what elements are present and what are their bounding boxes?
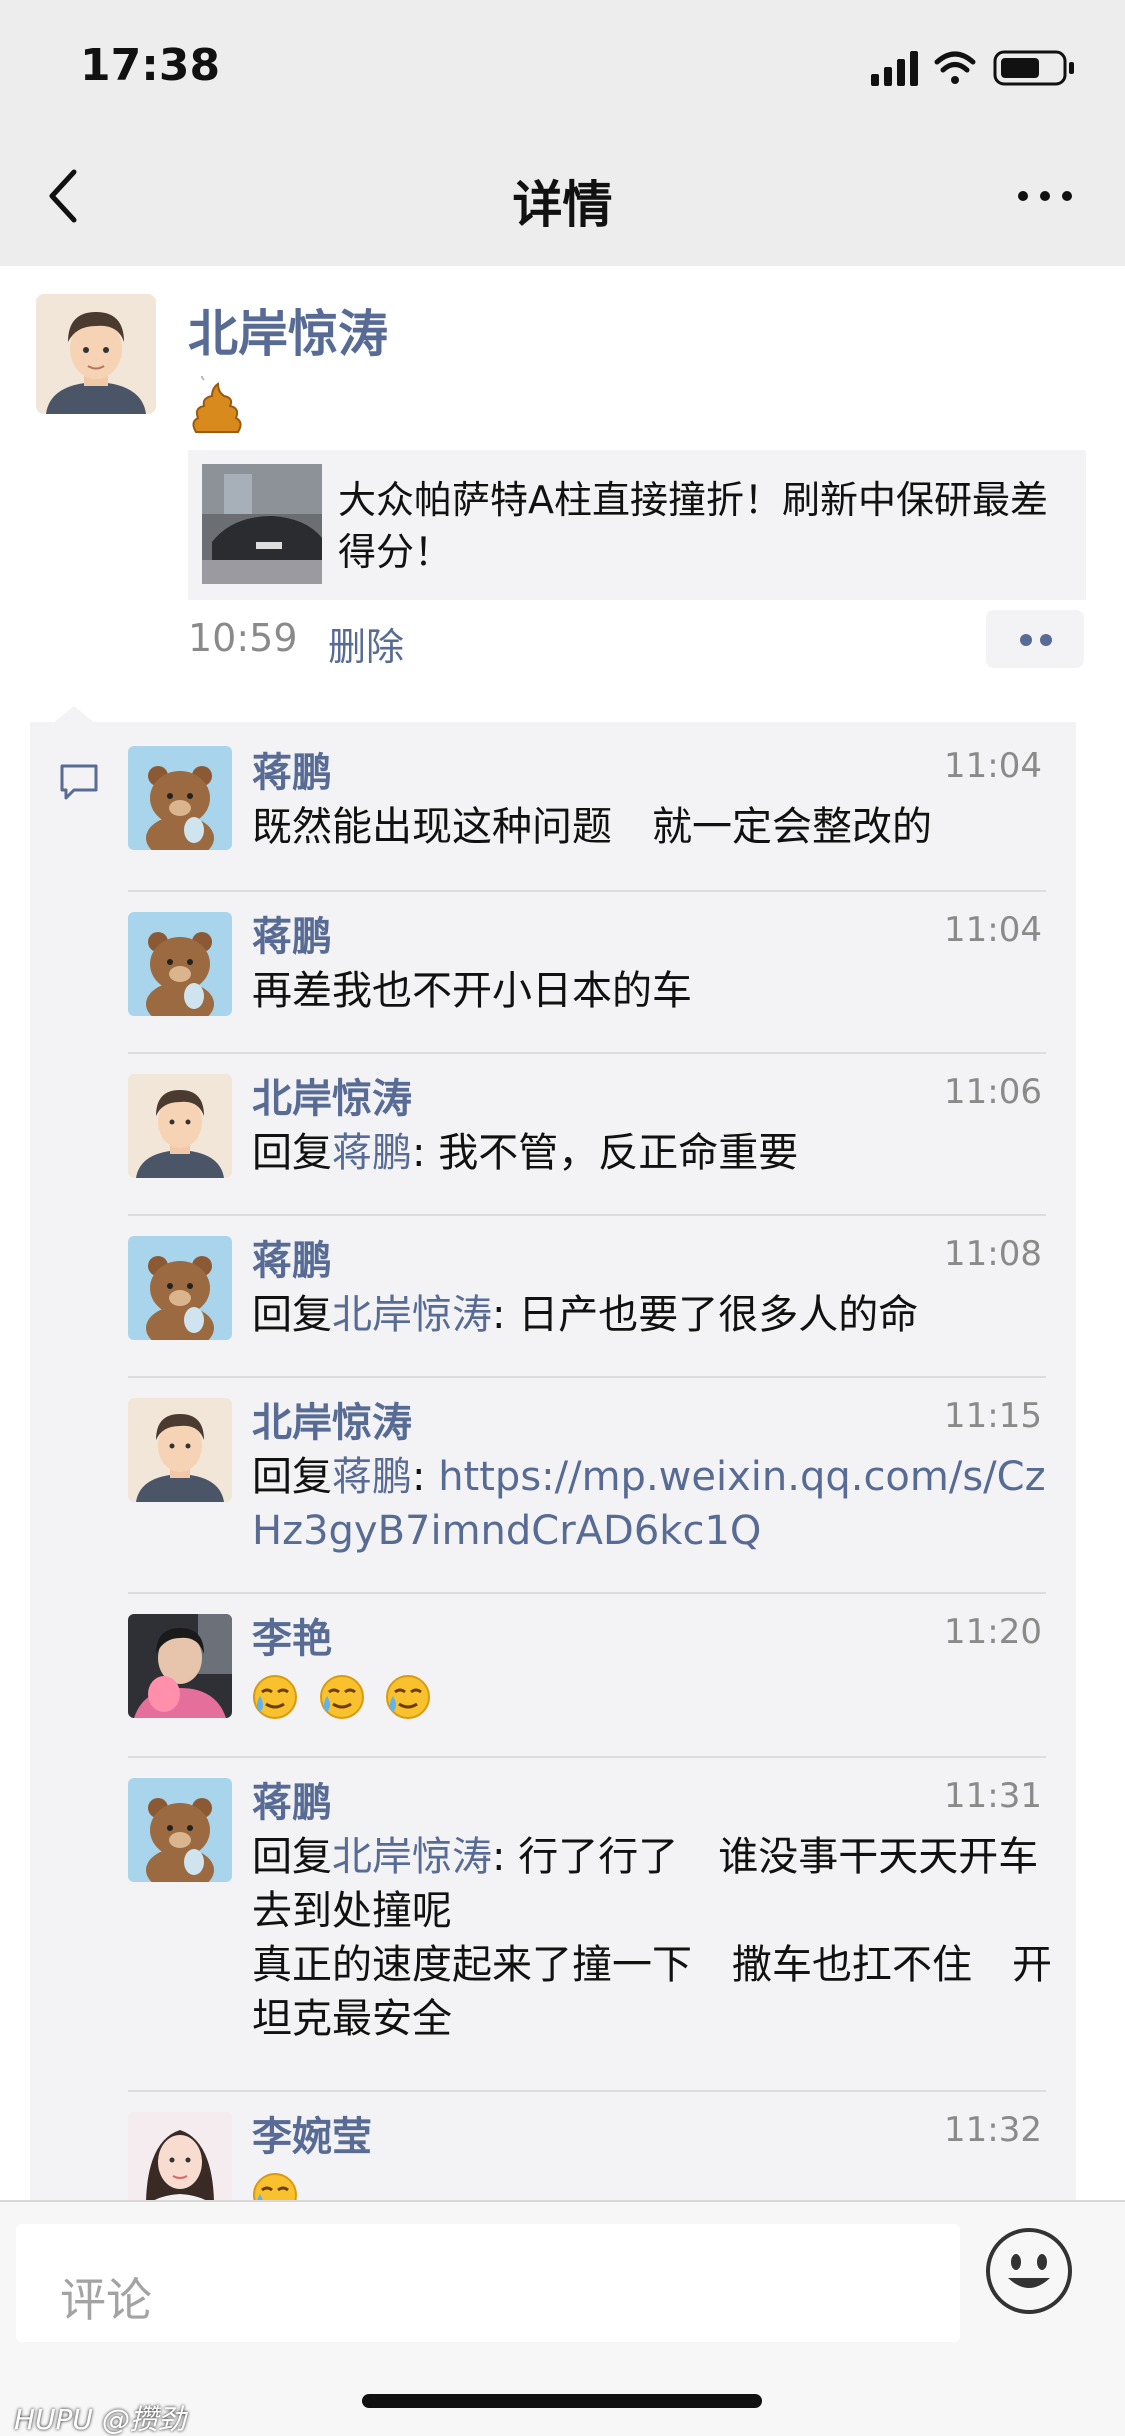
crying-emoji-icon: [253, 1675, 297, 1719]
wifi-icon: [934, 51, 976, 84]
battery-icon: [993, 50, 1074, 86]
commenter-name[interactable]: 蒋鹏: [252, 904, 332, 962]
author-avatar[interactable]: [128, 1074, 232, 1178]
comment-item[interactable]: 蒋鹏 11:04 既然能出现这种问题 就一定会整改的: [30, 722, 1076, 892]
author-avatar[interactable]: [128, 1398, 232, 1502]
moment-post: 北岸惊涛 大众帕萨特A柱直接撞折！刷新中保研最差得分！ 10:59 删除: [0, 266, 1125, 716]
page-title: 详情: [512, 176, 613, 234]
reply-text: :: [412, 1454, 439, 1500]
author-avatar[interactable]: [36, 294, 156, 414]
bear-avatar[interactable]: [128, 746, 232, 850]
commenter-name[interactable]: 北岸惊涛: [252, 1390, 412, 1448]
crying-emoji-icon: [386, 1675, 431, 1719]
comment-text: 回复蒋鹏: https://mp.weixin.qq.com/s/CzHz3gy…: [252, 1450, 1052, 1558]
poop-emoji-icon: [192, 376, 242, 433]
reply-prefix: 回复: [252, 1834, 332, 1880]
signal-icon: [871, 51, 918, 86]
bear-avatar[interactable]: [128, 1778, 232, 1882]
comment-text: 再差我也不开小日本的车: [252, 968, 692, 1014]
status-time: 17:38: [80, 40, 221, 91]
reply-text: : 我不管，反正命重要: [412, 1130, 799, 1176]
comment-emojis: [252, 1668, 1052, 1722]
delete-button[interactable]: 删除: [328, 616, 404, 671]
comment-time: 11:06: [944, 1072, 1042, 1112]
emoji-picker-icon[interactable]: [984, 2226, 1074, 2316]
reply-text-line2: 真正的速度起来了撞一下 撒车也扛不住 开坦克最安全: [252, 1942, 1052, 2042]
reply-prefix: 回复: [252, 1292, 332, 1338]
comment-placeholder: 评论: [60, 2273, 152, 2327]
comment-text: 回复北岸惊涛: 行了行了 谁没事干天天开车去到处撞呢 真正的速度起来了撞一下 撒车…: [252, 1830, 1052, 2046]
comment-item[interactable]: 北岸惊涛 11:06 回复蒋鹏: 我不管，反正命重要: [30, 1054, 1076, 1216]
link-title: 大众帕萨特A柱直接撞折！刷新中保研最差得分！: [338, 478, 1048, 574]
bear-avatar[interactable]: [128, 1236, 232, 1340]
commenter-name[interactable]: 北岸惊涛: [252, 1066, 412, 1124]
bear-avatar[interactable]: [128, 912, 232, 1016]
home-indicator: [362, 2394, 762, 2408]
comment-text: 回复蒋鹏: 我不管，反正命重要: [252, 1126, 1052, 1180]
comment-time: 11:20: [944, 1612, 1042, 1652]
comment-item[interactable]: 蒋鹏 11:31 回复北岸惊涛: 行了行了 谁没事干天天开车去到处撞呢 真正的速度…: [30, 1758, 1076, 2092]
status-icons: [871, 50, 1074, 86]
comment-item[interactable]: 北岸惊涛 11:15 回复蒋鹏: https://mp.weixin.qq.co…: [30, 1378, 1076, 1594]
crying-emoji-icon: [319, 1675, 364, 1719]
comment-time: 11:04: [944, 910, 1042, 950]
post-time: 10:59: [188, 616, 298, 660]
reply-target[interactable]: 北岸惊涛: [332, 1292, 492, 1338]
comment-time: 11:15: [944, 1396, 1042, 1436]
comment-text: 既然能出现这种问题 就一定会整改的: [252, 804, 932, 850]
top-bar: 17:38 详情: [0, 0, 1125, 266]
reply-prefix: 回复: [252, 1130, 332, 1176]
user-avatar[interactable]: [128, 1614, 232, 1718]
comment-time: 11:08: [944, 1234, 1042, 1274]
more-icon[interactable]: [1015, 186, 1075, 206]
comment-text: 回复北岸惊涛: 日产也要了很多人的命: [252, 1288, 1052, 1342]
reply-text: : 日产也要了很多人的命: [492, 1292, 919, 1338]
watermark: HUPU @攒劲: [14, 2403, 186, 2436]
more-dot-icon: [1020, 634, 1032, 646]
comment-item[interactable]: 蒋鹏 11:08 回复北岸惊涛: 日产也要了很多人的命: [30, 1216, 1076, 1378]
like-comment-button[interactable]: [986, 610, 1084, 668]
commenter-name[interactable]: 蒋鹏: [252, 740, 332, 798]
comment-input[interactable]: 评论: [16, 2224, 960, 2342]
comment-item[interactable]: 李艳 11:20: [30, 1594, 1076, 1758]
comment-time: 11:31: [944, 1776, 1042, 1816]
shared-link-card[interactable]: 大众帕萨特A柱直接撞折！刷新中保研最差得分！: [188, 450, 1086, 600]
reply-prefix: 回复: [252, 1454, 332, 1500]
comment-time: 11:32: [944, 2110, 1042, 2150]
comment-item[interactable]: 蒋鹏 11:04 再差我也不开小日本的车: [30, 892, 1076, 1054]
commenter-name[interactable]: 李婉莹: [252, 2104, 372, 2162]
moments-detail-screen: 17:38 详情 北岸惊涛 大众帕萨特A柱直接撞折！刷新中保研最差得分！ 10:…: [0, 0, 1125, 2436]
reply-target[interactable]: 蒋鹏: [332, 1454, 412, 1500]
commenter-name[interactable]: 李艳: [252, 1606, 332, 1664]
commenter-name[interactable]: 蒋鹏: [252, 1228, 332, 1286]
comment-time: 11:04: [944, 746, 1042, 786]
link-thumbnail: [202, 464, 322, 584]
more-dot-icon: [1040, 634, 1052, 646]
reply-target[interactable]: 蒋鹏: [332, 1130, 412, 1176]
comments-section: 蒋鹏 11:04 既然能出现这种问题 就一定会整改的 蒋鹏 11:04 再差我也…: [30, 722, 1076, 2217]
reply-target[interactable]: 北岸惊涛: [332, 1834, 492, 1880]
author-name[interactable]: 北岸惊涛: [188, 294, 388, 366]
commenter-name[interactable]: 蒋鹏: [252, 1770, 332, 1828]
